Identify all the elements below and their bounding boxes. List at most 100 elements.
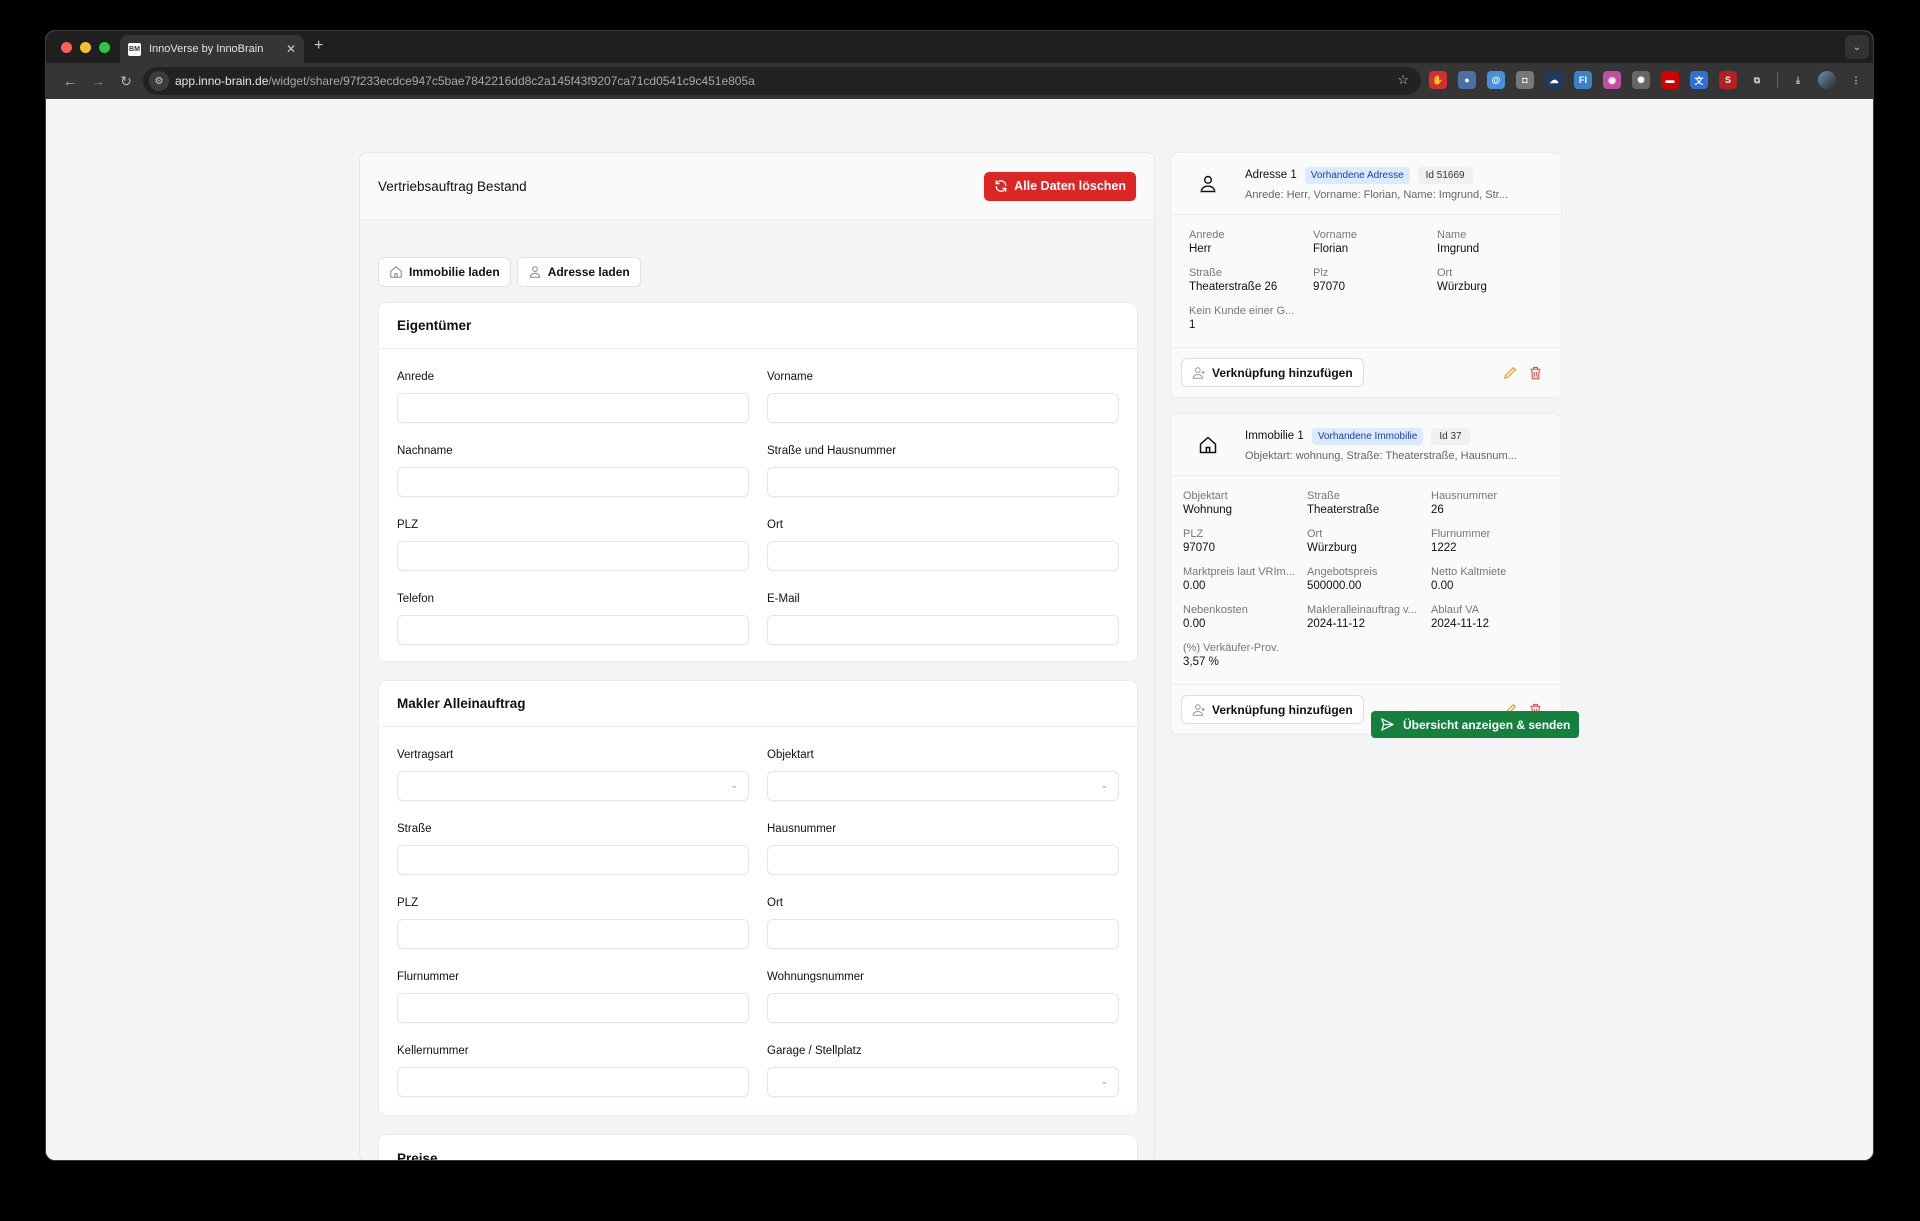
form-title: Vertriebsauftrag Bestand: [378, 178, 527, 194]
maximize-window-button[interactable]: [99, 42, 110, 53]
bookmark-star-icon[interactable]: ☆: [1397, 72, 1409, 88]
field-label: Wohnungsnummer: [767, 971, 864, 983]
close-tab-icon[interactable]: ✕: [286, 42, 296, 56]
forward-button[interactable]: →: [84, 73, 112, 89]
site-settings-icon[interactable]: ⚙: [149, 71, 169, 91]
garage-stellplatz-select[interactable]: ⌄: [767, 1067, 1119, 1097]
straße-input[interactable]: [397, 845, 749, 875]
kellernummer-input[interactable]: [397, 1067, 749, 1097]
detail-label: Vorname: [1313, 229, 1358, 241]
minimize-window-button[interactable]: [80, 42, 91, 53]
clear-all-data-button[interactable]: Alle Daten löschen: [984, 171, 1136, 201]
ort-input[interactable]: [767, 919, 1119, 949]
card-summary: Anrede: Herr, Vorname: Florian, Name: Im…: [1245, 188, 1508, 201]
field-garage-stellplatz: Garage / Stellplatz ⌄: [767, 1039, 1119, 1113]
card-header[interactable]: Immobilie 1 Vorhandene Immobilie Id 37 O…: [1171, 414, 1561, 476]
ort-input[interactable]: [767, 541, 1119, 571]
card-type-icon: [1171, 174, 1245, 194]
edit-pencil-icon[interactable]: [1502, 365, 1518, 381]
home-icon: [1199, 435, 1217, 453]
tab-search-button[interactable]: ⌄: [1845, 35, 1869, 59]
detail-item: Name Imgrund: [1437, 229, 1561, 267]
detail-label: Nebenkosten: [1183, 604, 1248, 616]
field-objektart: Objektart ⌄: [767, 743, 1119, 817]
gear-extension-icon[interactable]: ✺: [1632, 71, 1650, 89]
vertragsart-select[interactable]: ⌄: [397, 771, 749, 801]
field-vorname: Vorname: [767, 365, 1119, 439]
plz-input[interactable]: [397, 919, 749, 949]
browser-window: BM InnoVerse by InnoBrain ✕ + ⌄ ← → ↻ ⚙ …: [45, 30, 1874, 1161]
show-overview-and-send-button[interactable]: Übersicht anzeigen & senden: [1371, 711, 1580, 738]
red-box-extension-icon[interactable]: ▬: [1661, 71, 1679, 89]
browser-tab[interactable]: BM InnoVerse by InnoBrain ✕: [120, 35, 304, 63]
detail-value: Würzburg: [1437, 281, 1487, 293]
wohnungsnummer-input[interactable]: [767, 993, 1119, 1023]
cloud-extension-icon[interactable]: ☁: [1545, 71, 1563, 89]
fi-extension-icon[interactable]: FI: [1574, 71, 1592, 89]
field-label: Flurnummer: [397, 971, 459, 983]
detail-value: 500000.00: [1307, 580, 1362, 592]
browser-menu-icon[interactable]: ⋮: [1847, 71, 1865, 89]
field-label: Straße und Hausnummer: [767, 445, 897, 457]
detail-label: Marktpreis laut VRIm...: [1183, 566, 1295, 578]
detail-label: Makleralleinauftrag v...: [1307, 604, 1417, 616]
translate-extension-icon[interactable]: 文: [1690, 71, 1708, 89]
downloads-icon[interactable]: ⤓: [1789, 71, 1807, 89]
seo-extension-icon[interactable]: S: [1719, 71, 1737, 89]
send-icon: [1381, 718, 1394, 731]
status-badge: Vorhandene Adresse: [1304, 166, 1410, 184]
extensions-puzzle-icon[interactable]: ⧉: [1748, 71, 1766, 89]
address-card: Adresse 1 Vorhandene Adresse Id 51669 An…: [1170, 152, 1562, 398]
field-label: Straße: [397, 823, 432, 835]
detail-label: Kein Kunde einer G...: [1189, 305, 1295, 317]
detail-value: Würzburg: [1307, 542, 1357, 554]
anrede-input[interactable]: [397, 393, 749, 423]
objektart-select[interactable]: ⌄: [767, 771, 1119, 801]
form-panel: Vertriebsauftrag Bestand Alle Daten lösc…: [359, 152, 1155, 1160]
plz-input[interactable]: [397, 541, 749, 571]
user-icon: [1200, 175, 1216, 192]
field-label: Garage / Stellplatz: [767, 1045, 862, 1057]
chevron-down-icon: ⌄: [1100, 780, 1108, 790]
chevron-down-icon: ⌄: [1100, 1076, 1108, 1086]
detail-item: Flurnummer 1222: [1431, 528, 1555, 566]
nachname-input[interactable]: [397, 467, 749, 497]
load-property-button[interactable]: Immobilie laden: [378, 257, 511, 287]
card-header[interactable]: Adresse 1 Vorhandene Adresse Id 51669 An…: [1171, 153, 1561, 215]
load-address-button[interactable]: Adresse laden: [516, 257, 641, 287]
delete-trash-icon[interactable]: [1528, 365, 1543, 381]
id-badge: Id 51669: [1417, 166, 1473, 184]
vorname-input[interactable]: [767, 393, 1119, 423]
add-link-button[interactable]: Verknüpfung hinzufügen: [1181, 695, 1364, 724]
field-label: Ort: [767, 897, 783, 909]
detail-value: 1222: [1431, 542, 1457, 554]
add-link-button[interactable]: Verknüpfung hinzufügen: [1181, 358, 1364, 387]
new-tab-button[interactable]: +: [314, 37, 323, 55]
detail-label: (%) Verkäufer-Prov.: [1183, 642, 1279, 654]
close-window-button[interactable]: [61, 42, 72, 53]
makler-fields: Vertragsart ⌄ Objektart ⌄ Straße Hausnummer PL…: [379, 727, 1137, 1113]
detail-item: Objektart Wohnung: [1183, 490, 1307, 528]
back-button[interactable]: ←: [56, 73, 84, 89]
ghost-extension-icon[interactable]: ◉: [1603, 71, 1621, 89]
search-person-extension-icon[interactable]: ●: [1458, 71, 1476, 89]
flurnummer-input[interactable]: [397, 993, 749, 1023]
hausnummer-input[interactable]: [767, 845, 1119, 875]
toolbar-divider: [1777, 72, 1778, 88]
status-badge: Vorhandene Immobilie: [1311, 427, 1424, 445]
e-mail-input[interactable]: [767, 615, 1119, 645]
detail-label: Objektart: [1183, 490, 1228, 502]
camera-extension-icon[interactable]: ◘: [1516, 71, 1534, 89]
at-lock-extension-icon[interactable]: @: [1487, 71, 1505, 89]
card-details: Objektart Wohnung Straße Theaterstraße H…: [1171, 476, 1561, 680]
reload-button[interactable]: ↻: [112, 73, 140, 90]
straße-und-hausnummer-input[interactable]: [767, 467, 1119, 497]
detail-value: 0.00: [1183, 580, 1206, 592]
profile-avatar[interactable]: [1818, 71, 1836, 89]
telefon-input[interactable]: [397, 615, 749, 645]
card-details: Anrede Herr Vorname Florian Name Imgrund…: [1171, 215, 1561, 343]
property-card: Immobilie 1 Vorhandene Immobilie Id 37 O…: [1170, 413, 1562, 735]
address-bar[interactable]: ⚙ app.inno-brain.de/widget/share/97f233e…: [143, 67, 1421, 95]
hand-stop-extension-icon[interactable]: ✋: [1429, 71, 1447, 89]
tab-title: InnoVerse by InnoBrain: [149, 43, 264, 55]
